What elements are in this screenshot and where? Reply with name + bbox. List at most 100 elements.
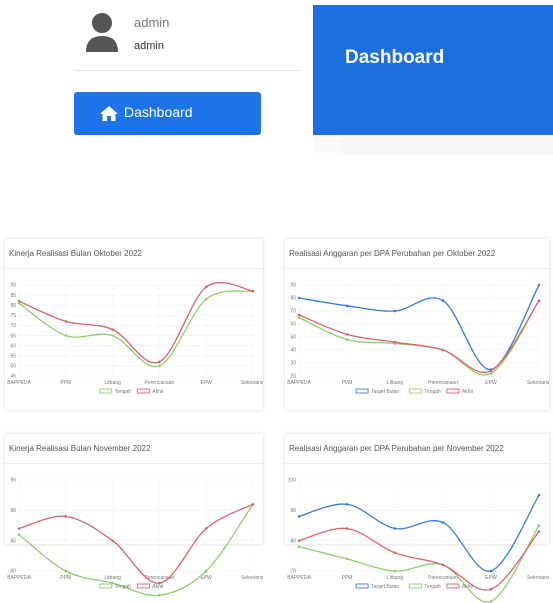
chart-kinerja-oktober: 45 50 55 60 65 70 75 80 85 90 BAPPEDA PPM Litbang Per… <box>7 281 263 395</box>
page-title: Dashboard <box>345 47 445 68</box>
data-point <box>204 527 208 530</box>
data-point <box>345 333 349 336</box>
x-tick-label: PPM <box>342 380 353 386</box>
x-tick-label: EPW <box>485 575 497 581</box>
y-tick-label: 80 <box>290 296 296 302</box>
data-point <box>393 527 397 530</box>
x-tick-label: Litbang <box>387 575 404 581</box>
series-line <box>298 284 540 371</box>
header-strip <box>342 135 553 155</box>
data-point <box>111 328 114 331</box>
data-point <box>441 521 445 524</box>
data-point <box>441 348 445 352</box>
data-point <box>489 600 493 603</box>
series-line <box>298 494 540 572</box>
data-point <box>537 493 541 497</box>
series-line <box>18 503 254 597</box>
x-tick-label: Sekretariat <box>527 380 549 386</box>
legend-label: Akhir <box>152 584 164 590</box>
chart-kinerja-november: 80859095BAPPEDA PPM Litbang Perencanaan EPW S… <box>7 478 263 597</box>
series-line <box>18 281 254 364</box>
x-tick-label: PPM <box>60 380 71 386</box>
sidebar-divider <box>74 70 300 71</box>
data-point <box>251 502 255 506</box>
legend-label: Tengah <box>424 389 441 395</box>
legend-swatch <box>446 583 460 589</box>
data-point <box>64 569 68 573</box>
data-point <box>158 364 161 368</box>
data-point <box>297 316 301 319</box>
y-tick-label: 85 <box>10 538 16 544</box>
y-tick-label: 65 <box>10 333 16 339</box>
page-header: Dashboard <box>313 5 553 135</box>
x-tick-label: BAPPEDA <box>287 575 311 581</box>
data-point <box>345 527 349 530</box>
data-point <box>204 297 208 301</box>
legend-label: Tengah <box>115 584 132 590</box>
y-tick-label: 90 <box>10 283 16 289</box>
chart-card-1: Kinerja Realisasi Bulan Oktober 2022 45 5… <box>5 239 263 410</box>
series-line <box>18 503 254 584</box>
x-tick-label: Perencanaan <box>428 380 458 386</box>
sidebar-item-dashboard[interactable]: Dashboard <box>74 92 261 135</box>
data-point <box>158 593 161 597</box>
data-point <box>251 289 255 293</box>
chart-card-3: Kinerja Realisasi Bulan November 2022 80… <box>5 434 263 597</box>
data-point <box>17 533 21 536</box>
legend-swatch <box>136 583 150 589</box>
legend-swatch <box>355 583 369 589</box>
data-point <box>393 551 397 555</box>
y-tick-label: 80 <box>10 569 16 575</box>
x-tick-label: EPW <box>485 380 497 386</box>
y-tick-label: 50 <box>10 364 16 370</box>
user-role: admin <box>134 40 164 52</box>
x-tick-label: Litbang <box>104 380 121 386</box>
card-divider <box>285 463 549 464</box>
chart-anggaran-oktober: 20 30 40 50 60 70 80 90 BAPPEDA PPM Litbang Perenca… <box>287 283 549 395</box>
data-point <box>537 299 541 302</box>
header-strip-left <box>313 135 342 153</box>
data-point <box>297 545 301 549</box>
y-tick-label: 55 <box>10 353 16 359</box>
user-panel: admin admin <box>84 12 304 56</box>
user-avatar-icon <box>86 13 118 52</box>
data-point <box>111 334 114 337</box>
data-point <box>393 309 397 313</box>
chart-title: Realisasi Anggaran per DPA Perubahan per… <box>289 249 496 258</box>
legend-label: Target Bulan <box>371 584 399 590</box>
y-tick-label: 75 <box>10 313 16 319</box>
y-tick-label: 90 <box>10 508 16 514</box>
x-tick-label: Perencanaan <box>145 380 175 386</box>
y-tick-label: 70 <box>290 309 296 315</box>
y-tick-label: 90 <box>290 283 296 289</box>
data-point <box>158 360 161 364</box>
y-tick-label: 60 <box>10 343 16 349</box>
legend-swatch <box>408 388 422 394</box>
data-point <box>297 539 301 542</box>
legend-label: Target Bulan <box>371 389 399 395</box>
data-point <box>297 313 301 317</box>
x-tick-label: BAPPEDA <box>7 575 31 581</box>
chart-anggaran-november: 70 80 90 100 BAPPEDA PPM Litbang Perencanaan EPW… <box>287 478 549 603</box>
x-tick-label: EPW <box>201 575 213 581</box>
data-point <box>537 283 541 287</box>
data-point <box>537 524 541 527</box>
x-tick-label: Litbang <box>387 380 404 386</box>
y-tick-label: 70 <box>10 323 16 329</box>
legend-label: Tengah <box>424 584 441 590</box>
data-point <box>489 569 493 573</box>
x-tick-label: PPM <box>342 575 353 581</box>
data-point <box>17 299 21 303</box>
data-point <box>345 304 349 308</box>
y-tick-label: 20 <box>290 374 296 380</box>
data-point <box>345 557 349 561</box>
x-tick-label: BAPPEDA <box>7 380 31 386</box>
sidebar-item-label: Dashboard <box>124 104 193 120</box>
card-divider <box>285 268 549 269</box>
data-point <box>441 563 445 567</box>
y-tick-label: 80 <box>290 538 296 544</box>
legend-swatch <box>446 388 460 394</box>
y-tick-label: 85 <box>10 293 16 299</box>
data-point <box>64 515 68 518</box>
legend-label: Tengah <box>115 389 132 395</box>
